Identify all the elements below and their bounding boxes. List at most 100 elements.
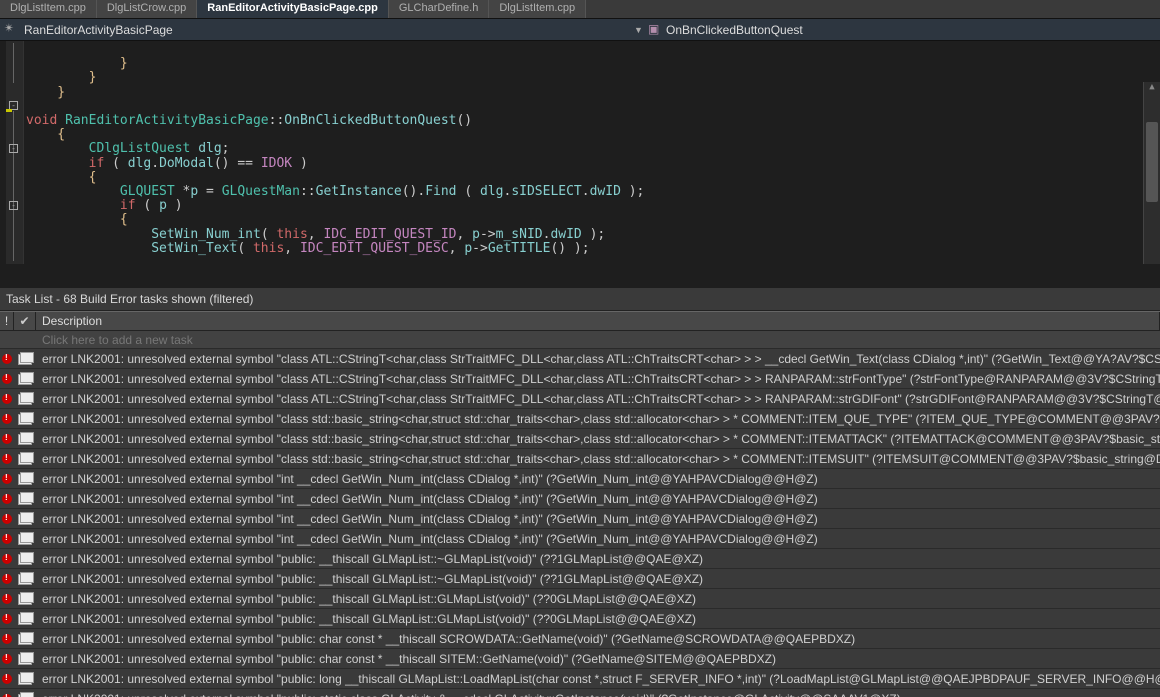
scrollbar-vertical[interactable]: ▲ ▼ [1143, 82, 1160, 264]
code-line: void RanEditorActivityBasicPage::OnBnCli… [26, 113, 472, 128]
error-source [14, 613, 36, 625]
error-priority [0, 574, 14, 584]
error-source [14, 513, 36, 525]
error-description: error LNK2001: unresolved external symbo… [36, 392, 1160, 406]
stack-icon [18, 553, 32, 565]
error-priority [0, 494, 14, 504]
task-row[interactable]: error LNK2001: unresolved external symbo… [0, 469, 1160, 489]
stack-icon [18, 433, 32, 445]
task-row[interactable]: error LNK2001: unresolved external symbo… [0, 429, 1160, 449]
error-icon [2, 374, 12, 384]
tasklist-rows: error LNK2001: unresolved external symbo… [0, 349, 1160, 697]
error-icon [2, 494, 12, 504]
error-icon [2, 554, 12, 564]
tab-file-0[interactable]: DlgListItem.cpp [0, 0, 97, 18]
task-row[interactable]: error LNK2001: unresolved external symbo… [0, 689, 1160, 697]
task-row[interactable]: error LNK2001: unresolved external symbo… [0, 669, 1160, 689]
code-line: SetWin_Num_int( this, IDC_EDIT_QUEST_ID,… [26, 227, 605, 242]
tab-file-3[interactable]: GLCharDefine.h [389, 0, 490, 18]
fold-toggle[interactable]: - [9, 201, 18, 210]
error-priority [0, 614, 14, 624]
task-row[interactable]: error LNK2001: unresolved external symbo… [0, 529, 1160, 549]
task-row[interactable]: error LNK2001: unresolved external symbo… [0, 509, 1160, 529]
task-row[interactable]: error LNK2001: unresolved external symbo… [0, 449, 1160, 469]
code-content[interactable]: } } } void RanEditorActivityBasicPage::O… [24, 41, 644, 264]
error-description: error LNK2001: unresolved external symbo… [36, 512, 1160, 526]
error-description: error LNK2001: unresolved external symbo… [36, 592, 1160, 606]
code-line: CDlgListQuest dlg; [26, 141, 230, 156]
code-editor[interactable]: - - - } } } void RanEditorActivityBasicP… [0, 41, 1160, 264]
task-row[interactable]: error LNK2001: unresolved external symbo… [0, 549, 1160, 569]
error-priority [0, 554, 14, 564]
task-row[interactable]: error LNK2001: unresolved external symbo… [0, 349, 1160, 369]
stack-icon [18, 613, 32, 625]
task-row[interactable]: error LNK2001: unresolved external symbo… [0, 389, 1160, 409]
error-icon [2, 634, 12, 644]
error-icon [2, 594, 12, 604]
task-row[interactable]: error LNK2001: unresolved external symbo… [0, 369, 1160, 389]
task-row[interactable]: error LNK2001: unresolved external symbo… [0, 629, 1160, 649]
task-row[interactable]: error LNK2001: unresolved external symbo… [0, 409, 1160, 429]
error-icon [2, 514, 12, 524]
stack-icon [18, 373, 32, 385]
method-selector[interactable]: OnBnClickedButtonQuest [648, 23, 1128, 37]
fold-toggle[interactable]: - [9, 144, 18, 153]
class-name: RanEditorActivityBasicPage [24, 23, 173, 37]
error-source [14, 353, 36, 365]
add-task-row[interactable]: Click here to add a new task [0, 331, 1160, 349]
error-source [14, 493, 36, 505]
error-description: error LNK2001: unresolved external symbo… [36, 472, 1160, 486]
stack-icon [18, 573, 32, 585]
scroll-thumb[interactable] [1146, 122, 1158, 202]
scroll-up-arrow[interactable]: ▲ [1144, 82, 1160, 98]
change-marker [6, 109, 12, 112]
task-row[interactable]: error LNK2001: unresolved external symbo… [0, 609, 1160, 629]
error-source [14, 433, 36, 445]
error-icon [2, 614, 12, 624]
panel-divider[interactable] [0, 264, 1160, 288]
add-task-placeholder: Click here to add a new task [36, 333, 1160, 347]
error-icon [2, 354, 12, 364]
error-icon [2, 474, 12, 484]
task-row[interactable]: error LNK2001: unresolved external symbo… [0, 589, 1160, 609]
class-navigator-bar: RanEditorActivityBasicPage ▼ OnBnClicked… [0, 19, 1160, 41]
error-description: error LNK2001: unresolved external symbo… [36, 412, 1160, 426]
tasklist-header: ! ✔ Description [0, 311, 1160, 331]
stack-icon [18, 633, 32, 645]
task-row[interactable]: error LNK2001: unresolved external symbo… [0, 569, 1160, 589]
stack-icon [18, 673, 32, 685]
error-priority [0, 674, 14, 684]
col-status[interactable]: ✔ [14, 312, 36, 330]
error-priority [0, 594, 14, 604]
error-description: error LNK2001: unresolved external symbo… [36, 492, 1160, 506]
stack-icon [18, 473, 32, 485]
error-source [14, 453, 36, 465]
error-priority [0, 394, 14, 404]
outline-gutter[interactable]: - - - [6, 41, 24, 264]
chevron-down-icon[interactable]: ▼ [634, 25, 644, 35]
task-row[interactable]: error LNK2001: unresolved external symbo… [0, 489, 1160, 509]
error-description: error LNK2001: unresolved external symbo… [36, 432, 1160, 446]
tab-file-2-active[interactable]: RanEditorActivityBasicPage.cpp [197, 0, 389, 18]
stack-icon [18, 533, 32, 545]
error-priority [0, 694, 14, 697]
error-icon [2, 394, 12, 404]
error-priority [0, 474, 14, 484]
error-icon [2, 574, 12, 584]
col-priority[interactable]: ! [0, 312, 14, 330]
error-icon [2, 674, 12, 684]
task-row[interactable]: error LNK2001: unresolved external symbo… [0, 649, 1160, 669]
col-description[interactable]: Description [36, 312, 1160, 330]
error-icon [2, 534, 12, 544]
error-source [14, 593, 36, 605]
tab-file-4[interactable]: DlgListItem.cpp [489, 0, 586, 18]
code-line: { [26, 212, 128, 227]
error-description: error LNK2001: unresolved external symbo… [36, 532, 1160, 546]
tab-file-1[interactable]: DlgListCrow.cpp [97, 0, 197, 18]
task-list-panel: Task List - 68 Build Error tasks shown (… [0, 288, 1160, 697]
method-name: OnBnClickedButtonQuest [666, 23, 803, 37]
class-selector[interactable]: RanEditorActivityBasicPage ▼ [4, 23, 644, 37]
error-source [14, 553, 36, 565]
error-description: error LNK2001: unresolved external symbo… [36, 672, 1160, 686]
error-source [14, 413, 36, 425]
